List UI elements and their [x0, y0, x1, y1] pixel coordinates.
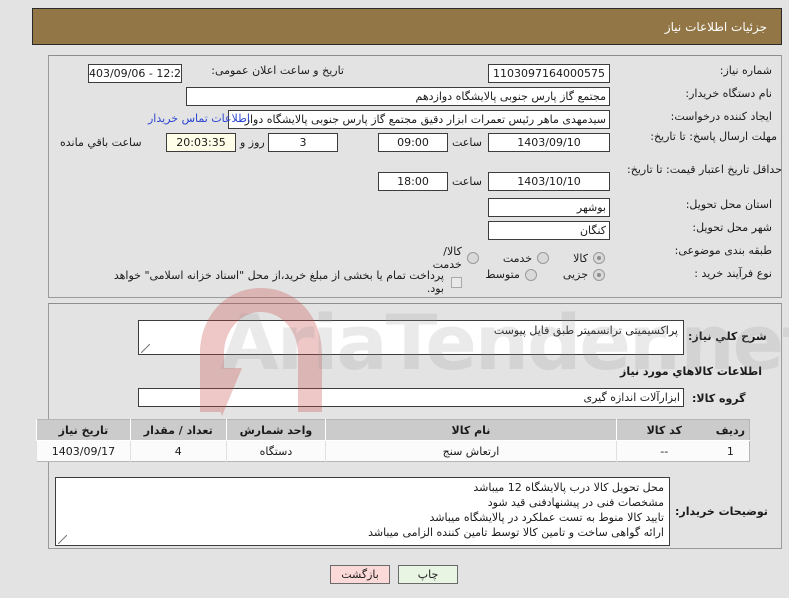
- cell-code: --: [615, 440, 712, 462]
- page-title: جزئیات اطلاعات نیاز: [664, 19, 767, 34]
- need-number-field[interactable]: 1103097164000575: [488, 64, 610, 83]
- buyer-org-field[interactable]: مجتمع گاز پارس جنوبی پالایشگاه دوازدهم: [186, 87, 610, 106]
- summary-textarea[interactable]: پراکسیمیتی ترانسمیتر طبق فایل پیوست: [138, 320, 684, 355]
- buyer-notes-line: مشخصات فنی در پیشنهادفنی قید شود: [487, 496, 664, 509]
- radio-icon[interactable]: [593, 252, 605, 264]
- announce-date-label: تاریخ و ساعت اعلان عمومی:: [211, 64, 344, 77]
- province-row: استان محل تحویل:: [612, 198, 772, 212]
- province-field[interactable]: بوشهر: [488, 198, 610, 217]
- process-option-minor-label: جزیی: [562, 268, 588, 281]
- category-option-both[interactable]: کالا/خدمت: [430, 245, 479, 271]
- col-unit: واحد شمارش: [225, 419, 326, 441]
- buyer-notes-textarea[interactable]: محل تحویل کالا درب پالایشگاه 12 میباشد م…: [55, 477, 670, 546]
- goods-table: ردیف کد کالا نام کالا واحد شمارش تعداد /…: [36, 419, 750, 462]
- need-number-label: شماره نیاز:: [719, 64, 772, 77]
- remaining-days-label: روز و: [240, 136, 265, 149]
- radio-icon[interactable]: [524, 268, 537, 281]
- process-options: جزیی متوسط: [485, 268, 605, 281]
- creator-row: ایجاد کننده درخواست:: [612, 110, 772, 124]
- deadline-hour-label: ساعت: [452, 136, 482, 149]
- city-row: شهر محل تحویل:: [612, 221, 772, 235]
- cell-date: 1403/09/17: [36, 440, 131, 462]
- category-option-service[interactable]: خدمت: [502, 251, 550, 265]
- col-date: تاریخ نیاز: [36, 419, 131, 441]
- announce-date-field[interactable]: 12:26 - 1403/09/06: [88, 64, 182, 83]
- validity-hour-label: ساعت: [452, 175, 482, 188]
- radio-icon[interactable]: [537, 252, 550, 264]
- buyer-notes-line: ارائه گواهی ساخت و تامین کالا توسط تامین…: [368, 526, 664, 539]
- col-radif: ردیف: [711, 419, 750, 441]
- validity-hour-field[interactable]: 18:00: [378, 172, 448, 191]
- city-label: شهر محل تحویل:: [692, 221, 772, 234]
- summary-text: پراکسیمیتی ترانسمیتر طبق فایل پیوست: [493, 324, 678, 337]
- buyer-org-row: نام دستگاه خریدار:: [612, 87, 772, 101]
- cell-unit: دستگاه: [225, 440, 326, 462]
- cell-radif: 1: [711, 440, 750, 462]
- validity-label: حداقل تاریخ اعتبار قیمت: تا تاریخ:: [627, 163, 782, 176]
- creator-field[interactable]: سیدمهدی ماهر رئیس تعمرات ابزار دقیق مجتم…: [228, 110, 610, 129]
- buyer-notes-line: تایید کالا منوط به تست عملکرد در پالایشگ…: [429, 511, 664, 524]
- resize-grip-icon[interactable]: [58, 535, 67, 544]
- process-row: نوع فرآیند خرید :: [612, 267, 772, 281]
- goods-group-field[interactable]: ابزارآلات اندازه گیری: [138, 388, 684, 407]
- category-label: طبقه بندی موضوعی:: [674, 244, 772, 257]
- col-name: نام کالا: [325, 419, 617, 441]
- deadline-hour-field[interactable]: 09:00: [378, 133, 448, 152]
- need-number-row: شماره نیاز:: [612, 64, 772, 78]
- buyer-notes-label: توضیحات خریدار:: [675, 505, 768, 518]
- process-option-medium-label: متوسط: [485, 268, 520, 281]
- goods-info-heading: اطلاعات کالاهاي مورد نیاز: [620, 365, 762, 378]
- checkbox-icon[interactable]: [451, 276, 462, 288]
- remaining-days-field: 3: [268, 133, 338, 152]
- remaining-time-field: 20:03:35: [166, 133, 236, 152]
- goods-group-label: گروه کالا:: [692, 392, 746, 405]
- cell-quantity: 4: [129, 440, 227, 462]
- summary-label: شرح کلي نیاز:: [688, 330, 767, 343]
- resize-grip-icon[interactable]: [141, 344, 150, 353]
- deadline-date-field[interactable]: 1403/09/10: [488, 133, 610, 152]
- category-option-goods[interactable]: کالا: [573, 252, 605, 265]
- category-row: طبقه بندی موضوعی:: [612, 244, 772, 258]
- radio-icon[interactable]: [466, 252, 479, 264]
- deadline-row: مهلت ارسال پاسخ: تا تاریخ:: [612, 130, 777, 144]
- validity-date-field[interactable]: 1403/10/10: [488, 172, 610, 191]
- process-option-medium[interactable]: متوسط: [485, 268, 537, 281]
- announce-date-row: تاریخ و ساعت اعلان عمومی:: [184, 64, 344, 78]
- back-button[interactable]: بازگشت: [330, 565, 390, 584]
- category-option-goods-label: کالا: [573, 251, 588, 265]
- category-option-service-label: خدمت: [502, 251, 533, 265]
- city-field[interactable]: کنگان: [488, 221, 610, 240]
- table-header-row: ردیف کد کالا نام کالا واحد شمارش تعداد /…: [36, 419, 750, 441]
- buyer-notes-line: محل تحویل کالا درب پالایشگاه 12 میباشد: [473, 481, 664, 494]
- deadline-label: مهلت ارسال پاسخ: تا تاریخ:: [650, 130, 777, 143]
- col-quantity: تعداد / مقدار: [129, 419, 227, 441]
- remaining-suffix-label: ساعت باقي مانده: [60, 136, 142, 149]
- col-code: کد کالا: [615, 419, 712, 441]
- province-label: استان محل تحویل:: [685, 198, 772, 211]
- treasury-checkbox-label: پرداخت تمام یا بخشی از مبلغ خرید،از محل …: [113, 269, 444, 295]
- table-row: 1 -- ارتعاش سنج دستگاه 4 1403/09/17: [36, 440, 750, 462]
- treasury-checkbox-row[interactable]: پرداخت تمام یا بخشی از مبلغ خرید،از محل …: [112, 269, 462, 295]
- buyer-org-label: نام دستگاه خریدار:: [685, 87, 772, 100]
- process-option-minor[interactable]: جزیی: [563, 268, 605, 281]
- buyer-contact-link[interactable]: اطلاعات تماس خریدار: [148, 112, 250, 125]
- creator-label: ایجاد کننده درخواست:: [670, 110, 772, 123]
- process-label: نوع فرآیند خرید :: [694, 267, 772, 280]
- radio-icon[interactable]: [593, 268, 605, 281]
- print-button[interactable]: چاپ: [398, 565, 458, 584]
- page-title-bar: جزئیات اطلاعات نیاز: [32, 8, 782, 45]
- category-option-both-label: کالا/خدمت: [432, 245, 462, 271]
- validity-row: حداقل تاریخ اعتبار قیمت: تا تاریخ:: [612, 163, 782, 177]
- cell-name: ارتعاش سنج: [325, 440, 617, 462]
